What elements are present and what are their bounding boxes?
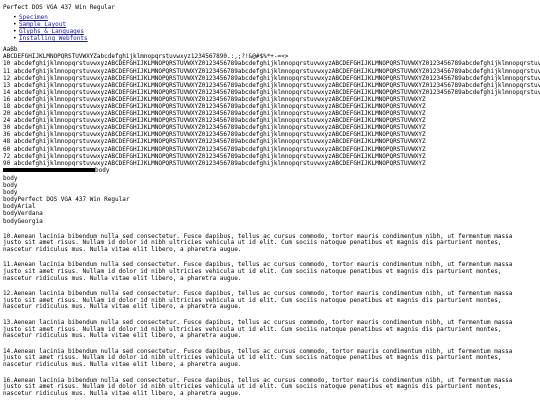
size-line: 10 abcdefghijklmnopqrstuvwxyzABCDEFGHIJK…	[3, 60, 540, 68]
nav-link-glyphs-languages[interactable]: Glyphs & Languages	[19, 28, 84, 35]
font-line: bodyGeorgia	[3, 217, 43, 225]
nav-item: Specimen	[13, 14, 540, 21]
page-title: Perfect DOS VGA 437 Win Regular	[3, 4, 115, 11]
size-line: 24 abcdefghijklmnopqrstuvwxyzABCDEFGHIJK…	[3, 117, 426, 125]
size-line: 30 abcdefghijklmnopqrstuvwxyzABCDEFGHIJK…	[3, 124, 426, 132]
size-line: 72 abcdefghijklmnopqrstuvwxyzABCDEFGHIJK…	[3, 152, 426, 160]
nav-item: Glyphs & Languages	[13, 28, 540, 35]
paragraph-sample: 14.Aenean lacinia bibendum nulla sed con…	[3, 347, 513, 368]
nav-link-installing-webfonts[interactable]: Installing Webfonts	[19, 35, 88, 42]
size-line: 11 abcdefghijklmnopqrstuvwxyzABCDEFGHIJK…	[3, 67, 540, 75]
font-line: body	[3, 189, 18, 197]
size-line: 16 abcdefghijklmnopqrstuvwxyzABCDEFGHIJK…	[3, 95, 426, 103]
font-line: bodyArial	[3, 203, 36, 211]
size-waterfall: 10 abcdefghijklmnopqrstuvwxyzABCDEFGHIJK…	[3, 60, 540, 166]
nav-list: Specimen Sample Layout Glyphs & Language…	[13, 14, 540, 42]
glyph-line-short: AaBb	[3, 46, 18, 53]
size-line: 18 abcdefghijklmnopqrstuvwxyzABCDEFGHIJK…	[3, 102, 426, 110]
size-line: 60 abcdefghijklmnopqrstuvwxyzABCDEFGHIJK…	[3, 145, 426, 153]
font-line: body	[3, 175, 18, 183]
paragraph-sample: 11.Aenean lacinia bibendum nulla sed con…	[3, 261, 513, 282]
font-line: bodyPerfect DOS VGA 437 Win Regular	[3, 196, 130, 204]
body-bar-row: body	[3, 167, 540, 174]
nav-link-specimen[interactable]: Specimen	[19, 14, 48, 21]
size-line: 12 abcdefghijklmnopqrstuvwxyzABCDEFGHIJK…	[3, 74, 540, 82]
nav-link-sample-layout[interactable]: Sample Layout	[19, 21, 66, 28]
size-line: 48 abcdefghijklmnopqrstuvwxyzABCDEFGHIJK…	[3, 138, 426, 146]
size-line: 14 abcdefghijklmnopqrstuvwxyzABCDEFGHIJK…	[3, 88, 540, 96]
font-line: bodyVerdana	[3, 210, 43, 218]
size-line: 20 abcdefghijklmnopqrstuvwxyzABCDEFGHIJK…	[3, 110, 426, 118]
glyph-sample: AaBb ABCDEFGHIJKLMNOPQRSTUVWXYZabcdefghi…	[3, 46, 540, 60]
paragraph-samples: 10.Aenean lacinia bibendum nulla sed con…	[3, 232, 540, 398]
font-comparison: body body body bodyPerfect DOS VGA 437 W…	[3, 175, 540, 225]
size-line: 13 abcdefghijklmnopqrstuvwxyzABCDEFGHIJK…	[3, 81, 540, 89]
glyph-line-full: ABCDEFGHIJKLMNOPQRSTUVWXYZabcdefghijklmn…	[3, 53, 289, 61]
black-bar	[3, 168, 95, 173]
size-line: 90 abcdefghijklmnopqrstuvwxyzABCDEFGHIJK…	[3, 159, 426, 167]
paragraph-sample: 12.Aenean lacinia bibendum nulla sed con…	[3, 290, 513, 311]
size-line: 36 abcdefghijklmnopqrstuvwxyzABCDEFGHIJK…	[3, 131, 426, 139]
paragraph-sample: 10.Aenean lacinia bibendum nulla sed con…	[3, 232, 513, 253]
bar-label: body	[95, 166, 110, 174]
font-line: body	[3, 182, 18, 190]
nav-item: Installing Webfonts	[13, 35, 540, 42]
specimen-page: Perfect DOS VGA 437 Win Regular Specimen…	[0, 0, 540, 403]
paragraph-sample: 13.Aenean lacinia bibendum nulla sed con…	[3, 319, 513, 340]
paragraph-sample: 16.Aenean lacinia bibendum nulla sed con…	[3, 376, 513, 397]
nav-item: Sample Layout	[13, 21, 540, 28]
